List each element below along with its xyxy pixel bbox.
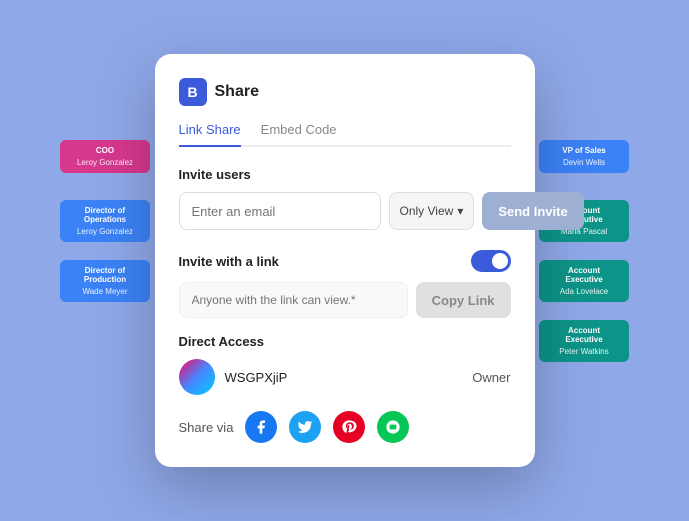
link-row: Copy Link: [179, 282, 511, 318]
bg-node-dir-ops-title: Director of Operations: [70, 206, 140, 224]
user-name: WSGPXjiP: [225, 370, 463, 385]
bg-node-acct-2-name: Ada Lovelace: [549, 287, 619, 296]
send-invite-button[interactable]: Send Invite: [482, 192, 583, 230]
bg-node-coo: COO Leroy Gonzalez: [60, 140, 150, 173]
share-via-label: Share via: [179, 420, 234, 435]
link-input[interactable]: [179, 282, 408, 318]
direct-access-label: Direct Access: [179, 334, 511, 349]
line-share-button[interactable]: [377, 411, 409, 443]
facebook-share-button[interactable]: [245, 411, 277, 443]
bg-node-acct-2-title: Account Executive: [549, 266, 619, 284]
bg-node-vp-sales-name: Devin Wells: [549, 158, 619, 167]
link-section-header: Invite with a link: [179, 250, 511, 272]
twitter-share-button[interactable]: [289, 411, 321, 443]
pinterest-share-button[interactable]: [333, 411, 365, 443]
share-via-row: Share via: [179, 411, 511, 443]
modal-brand-icon: B: [179, 78, 207, 106]
toggle-knob: [492, 253, 508, 269]
share-modal: B Share Link Share Embed Code Invite use…: [155, 54, 535, 467]
bg-node-coo-name: Leroy Gonzalez: [70, 158, 140, 167]
invite-row: Only View ▾ Send Invite: [179, 192, 511, 230]
bg-node-acct-2: Account Executive Ada Lovelace: [539, 260, 629, 302]
tab-link-share[interactable]: Link Share: [179, 122, 241, 147]
bg-node-acct-3: Account Executive Peter Watkins: [539, 320, 629, 362]
bg-node-vp-sales-title: VP of Sales: [549, 146, 619, 155]
modal-tabs: Link Share Embed Code: [179, 122, 511, 147]
bg-node-acct-3-name: Peter Watkins: [549, 347, 619, 356]
bg-node-coo-title: COO: [70, 146, 140, 155]
bg-node-vp-sales: VP of Sales Devin Wells: [539, 140, 629, 173]
tab-embed-code[interactable]: Embed Code: [261, 122, 337, 147]
bg-node-dir-ops: Director of Operations Leroy Gonzalez: [60, 200, 150, 242]
chevron-down-icon: ▾: [457, 204, 463, 218]
invite-section-label: Invite users: [179, 167, 511, 182]
link-toggle[interactable]: [471, 250, 511, 272]
modal-title: Share: [215, 83, 259, 101]
link-section-label: Invite with a link: [179, 254, 279, 269]
user-avatar: [179, 359, 215, 395]
direct-access-row: WSGPXjiP Owner: [179, 359, 511, 395]
permission-dropdown[interactable]: Only View ▾: [389, 192, 475, 230]
modal-header: B Share: [179, 78, 511, 106]
bg-node-dir-prod-title: Director of Production: [70, 266, 140, 284]
direct-access-section: Direct Access WSGPXjiP Owner: [179, 334, 511, 395]
bg-node-dir-prod-name: Wade Meyer: [70, 287, 140, 296]
link-section: Invite with a link Copy Link: [179, 250, 511, 318]
bg-node-dir-ops-name: Leroy Gonzalez: [70, 227, 140, 236]
bg-node-dir-prod: Director of Production Wade Meyer: [60, 260, 150, 302]
copy-link-button[interactable]: Copy Link: [416, 282, 511, 318]
user-role: Owner: [472, 370, 510, 385]
email-input[interactable]: [179, 192, 381, 230]
bg-node-acct-3-title: Account Executive: [549, 326, 619, 344]
